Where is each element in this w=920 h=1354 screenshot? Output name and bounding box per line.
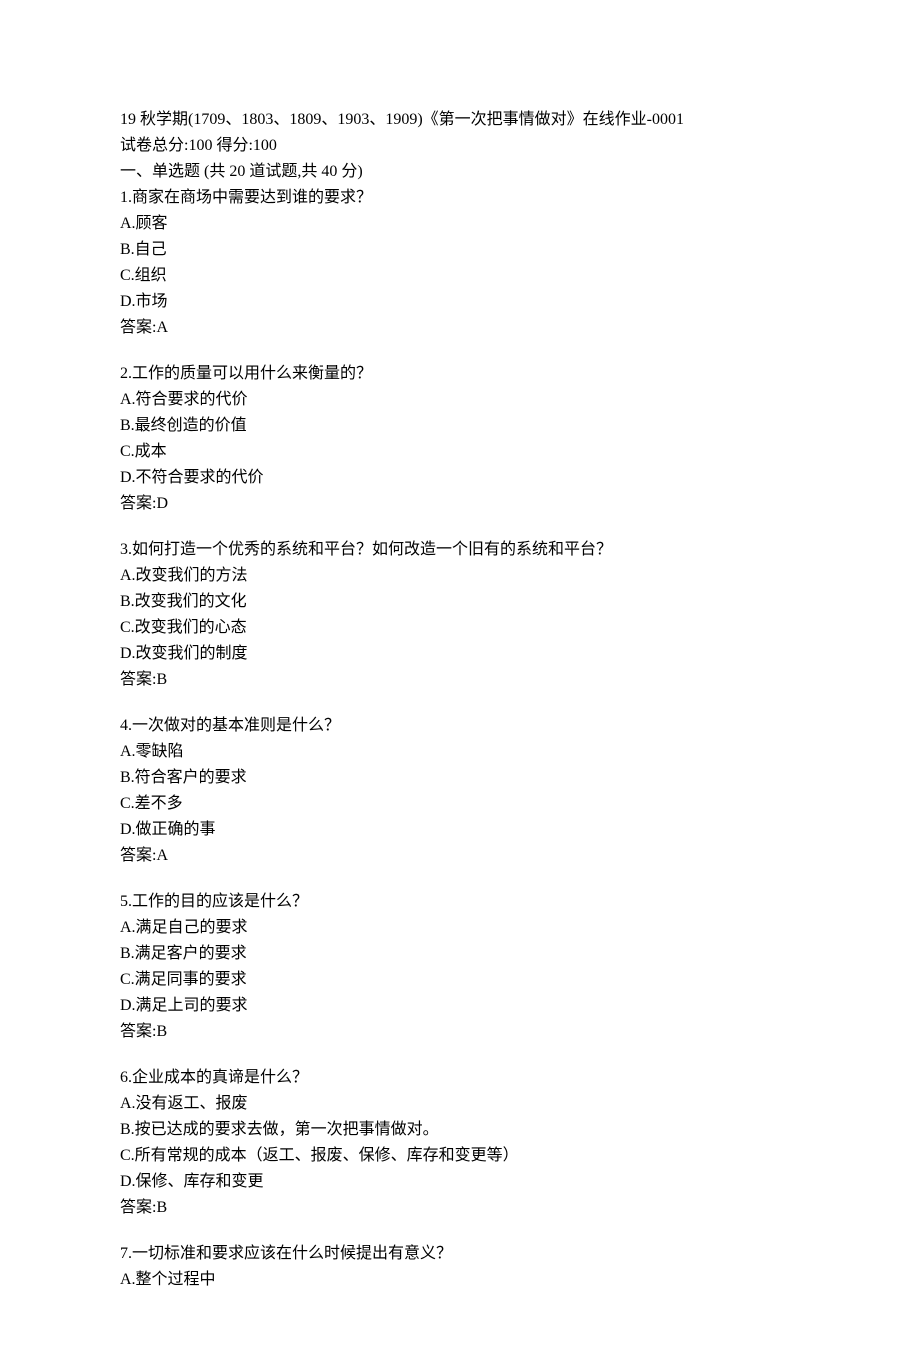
question-block: 3.如何打造一个优秀的系统和平台？如何改造一个旧有的系统和平台？ A.改变我们的… (120, 538, 800, 692)
question-text: 5.工作的目的应该是什么？ (120, 890, 800, 914)
option-b: B.最终创造的价值 (120, 414, 800, 438)
question-text: 1.商家在商场中需要达到谁的要求？ (120, 186, 800, 210)
answer-line: 答案:B (120, 1020, 800, 1044)
answer-line: 答案:A (120, 844, 800, 868)
option-d: D.满足上司的要求 (120, 994, 800, 1018)
option-a: A.满足自己的要求 (120, 916, 800, 940)
document-title: 19 秋学期(1709、1803、1809、1903、1909)《第一次把事情做… (120, 108, 800, 132)
question-block: 1.商家在商场中需要达到谁的要求？ A.顾客 B.自己 C.组织 D.市场 答案… (120, 186, 800, 340)
question-block: 4.一次做对的基本准则是什么？ A.零缺陷 B.符合客户的要求 C.差不多 D.… (120, 714, 800, 868)
section-heading: 一、单选题 (共 20 道试题,共 40 分) (120, 160, 800, 184)
option-c: C.差不多 (120, 792, 800, 816)
option-a: A.整个过程中 (120, 1268, 800, 1292)
option-d: D.不符合要求的代价 (120, 466, 800, 490)
option-c: C.改变我们的心态 (120, 616, 800, 640)
option-d: D.改变我们的制度 (120, 642, 800, 666)
option-c: C.成本 (120, 440, 800, 464)
question-text: 4.一次做对的基本准则是什么？ (120, 714, 800, 738)
option-a: A.顾客 (120, 212, 800, 236)
question-text: 6.企业成本的真谛是什么？ (120, 1066, 800, 1090)
option-b: B.自己 (120, 238, 800, 262)
answer-line: 答案:B (120, 1196, 800, 1220)
question-block: 7.一切标准和要求应该在什么时候提出有意义？ A.整个过程中 (120, 1242, 800, 1292)
option-b: B.按已达成的要求去做，第一次把事情做对。 (120, 1118, 800, 1142)
option-a: A.零缺陷 (120, 740, 800, 764)
option-c: C.所有常规的成本（返工、报废、保修、库存和变更等） (120, 1144, 800, 1168)
option-d: D.保修、库存和变更 (120, 1170, 800, 1194)
option-b: B.改变我们的文化 (120, 590, 800, 614)
question-text: 7.一切标准和要求应该在什么时候提出有意义？ (120, 1242, 800, 1266)
option-d: D.做正确的事 (120, 818, 800, 842)
option-a: A.没有返工、报废 (120, 1092, 800, 1116)
answer-line: 答案:A (120, 316, 800, 340)
question-text: 2.工作的质量可以用什么来衡量的？ (120, 362, 800, 386)
answer-line: 答案:B (120, 668, 800, 692)
score-line: 试卷总分:100 得分:100 (120, 134, 800, 158)
option-c: C.组织 (120, 264, 800, 288)
option-a: A.符合要求的代价 (120, 388, 800, 412)
option-b: B.符合客户的要求 (120, 766, 800, 790)
answer-line: 答案:D (120, 492, 800, 516)
option-d: D.市场 (120, 290, 800, 314)
question-text: 3.如何打造一个优秀的系统和平台？如何改造一个旧有的系统和平台？ (120, 538, 800, 562)
option-b: B.满足客户的要求 (120, 942, 800, 966)
option-c: C.满足同事的要求 (120, 968, 800, 992)
question-block: 2.工作的质量可以用什么来衡量的？ A.符合要求的代价 B.最终创造的价值 C.… (120, 362, 800, 516)
question-block: 5.工作的目的应该是什么？ A.满足自己的要求 B.满足客户的要求 C.满足同事… (120, 890, 800, 1044)
question-block: 6.企业成本的真谛是什么？ A.没有返工、报废 B.按已达成的要求去做，第一次把… (120, 1066, 800, 1220)
document-page: 19 秋学期(1709、1803、1809、1903、1909)《第一次把事情做… (0, 0, 920, 1354)
option-a: A.改变我们的方法 (120, 564, 800, 588)
